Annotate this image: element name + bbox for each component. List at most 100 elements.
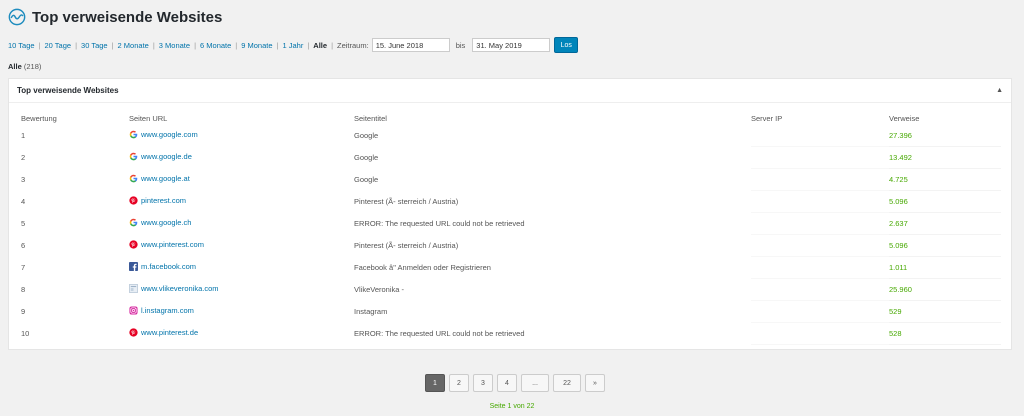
date-to-input[interactable] [472, 38, 551, 52]
table-row: 10 www.pinterest.de ERROR: The requested U… [21, 322, 1001, 345]
page-title-cell: ERROR: The requested URL could not be re… [354, 329, 525, 338]
rank-cell: 8 [21, 285, 26, 294]
page-button-22[interactable]: 22 [553, 374, 581, 392]
referrals-cell: 529 [889, 300, 1001, 323]
referrer-link[interactable]: www.google.at [129, 174, 190, 183]
page-button-4[interactable]: 4 [497, 374, 517, 392]
page-button-1[interactable]: 1 [425, 374, 445, 392]
table-row: 8 www.vlikeveronika.com VlikeVeronika - 25.… [21, 278, 1001, 301]
next-page-button[interactable]: » [585, 374, 605, 392]
panel-header: Top verweisende Websites ▲ [9, 79, 1011, 103]
date-from-input[interactable] [371, 38, 450, 52]
separator: | [152, 40, 155, 50]
range-link-3-months[interactable]: 3 Monate [159, 41, 190, 50]
referrer-url: www.google.de [141, 152, 192, 161]
page-title-cell: Facebook â" Anmelden oder Registrieren [354, 263, 491, 272]
page-title: Top verweisende Websites [32, 8, 223, 26]
table-row: 6 www.pinterest.com Pinterest (Ã- sterreic… [21, 234, 1001, 257]
rank-cell: 3 [21, 175, 26, 184]
server-ip-cell [751, 190, 889, 213]
range-link-20-days[interactable]: 20 Tage [45, 41, 72, 50]
server-ip-cell [751, 278, 889, 301]
referrer-url: www.google.com [141, 130, 198, 140]
google-icon [129, 174, 138, 183]
server-ip-cell [751, 146, 889, 169]
page-title-cell: ERROR: The requested URL could not be re… [354, 219, 525, 228]
page: Top verweisende Websites 10 Tage | 20 Ta… [0, 0, 1024, 416]
url-cell: l.instagram.com [129, 301, 354, 323]
generic-site-icon [129, 284, 138, 293]
page-title-cell: Instagram [354, 307, 388, 316]
pinterest-icon [129, 240, 138, 249]
range-link-all[interactable]: Alle [313, 41, 327, 50]
table-row: 3 www.google.at Google 4.725 [21, 168, 1001, 191]
referrer-url: www.google.at [141, 174, 190, 183]
url-cell: www.vlikeveronika.com [129, 279, 354, 301]
separator: | [276, 40, 279, 50]
page-button-3[interactable]: 3 [473, 374, 493, 392]
table-row: 7 m.facebook.com Facebook â" Anmelden oder… [21, 256, 1001, 279]
separator: | [331, 40, 334, 50]
rank-cell: 1 [21, 131, 26, 141]
referrals-cell: 4.725 [889, 168, 1001, 191]
table-row: 1 www.google.com Google 27.396 [21, 125, 1001, 147]
range-link-30-days[interactable]: 30 Tage [81, 41, 108, 50]
page-title-cell: Google [354, 131, 379, 141]
summary-label: Alle [8, 62, 22, 71]
column-header-rank: Bewertung [21, 113, 57, 123]
referrer-link[interactable]: www.pinterest.com [129, 240, 204, 249]
summary-count: (218) [23, 62, 42, 71]
referrer-link[interactable]: www.google.de [129, 152, 192, 161]
referrer-url: www.google.ch [141, 218, 192, 227]
column-header-url: Seiten URL [129, 113, 168, 123]
facebook-icon [129, 262, 138, 271]
separator: | [75, 40, 78, 50]
range-link-1-year[interactable]: 1 Jahr [282, 41, 303, 50]
referrer-link[interactable]: l.instagram.com [129, 306, 194, 315]
referrer-link[interactable]: www.google.ch [129, 218, 191, 227]
referrer-link[interactable]: www.vlikeveronika.com [129, 284, 219, 293]
range-link-9-months[interactable]: 9 Monate [241, 41, 272, 50]
url-cell: www.google.com [129, 125, 354, 147]
rank-cell: 2 [21, 153, 26, 162]
table-header-row: Bewertung Seiten URL Seitentitel Server … [21, 111, 1001, 125]
collapse-toggle-icon[interactable]: ▲ [996, 87, 1003, 94]
rank-cell: 5 [21, 219, 26, 228]
range-link-2-months[interactable]: 2 Monate [118, 41, 149, 50]
range-label: Zeitraum: [337, 40, 369, 50]
referrer-url: l.instagram.com [141, 306, 194, 315]
referrals-cell: 25.960 [889, 278, 1001, 301]
rank-cell: 7 [21, 263, 26, 272]
separator: | [111, 40, 114, 50]
page-title-cell: Pinterest (Ã- sterreich / Austria) [354, 197, 459, 206]
referrer-link[interactable]: www.pinterest.de [129, 328, 198, 337]
separator: | [235, 40, 238, 50]
server-ip-cell [751, 256, 889, 279]
referrer-url: www.pinterest.de [141, 328, 199, 337]
referrer-link[interactable]: m.facebook.com [129, 262, 196, 271]
rank-cell: 9 [21, 307, 26, 316]
range-link-10-days[interactable]: 10 Tage [8, 41, 35, 50]
referrals-cell: 528 [889, 322, 1001, 345]
range-link-6-months[interactable]: 6 Monate [200, 41, 231, 50]
referrers-panel: Top verweisende Websites ▲ Bewertung Sei… [8, 78, 1012, 350]
column-header-title: Seitentitel [354, 113, 387, 123]
page-title-cell: Google [354, 175, 379, 184]
page-button-2[interactable]: 2 [449, 374, 469, 392]
date-to-label: bis [455, 40, 466, 50]
referrals-cell: 5.096 [889, 190, 1001, 213]
referrer-link[interactable]: pinterest.com [129, 196, 186, 205]
referrals-cell: 5.096 [889, 234, 1001, 257]
server-ip-cell [751, 234, 889, 257]
referrer-link[interactable]: www.google.com [129, 130, 198, 139]
rank-cell: 10 [21, 329, 30, 338]
url-cell: www.google.de [129, 147, 354, 169]
column-header-referrals: Verweise [889, 113, 920, 123]
referrers-table: Bewertung Seiten URL Seitentitel Server … [21, 111, 1001, 345]
pinterest-icon [129, 196, 138, 205]
url-cell: www.google.at [129, 169, 354, 191]
referrals-cell: 13.492 [889, 146, 1001, 169]
go-button[interactable]: Los [554, 37, 579, 53]
pinterest-icon [129, 328, 138, 337]
url-cell: pinterest.com [129, 191, 354, 213]
